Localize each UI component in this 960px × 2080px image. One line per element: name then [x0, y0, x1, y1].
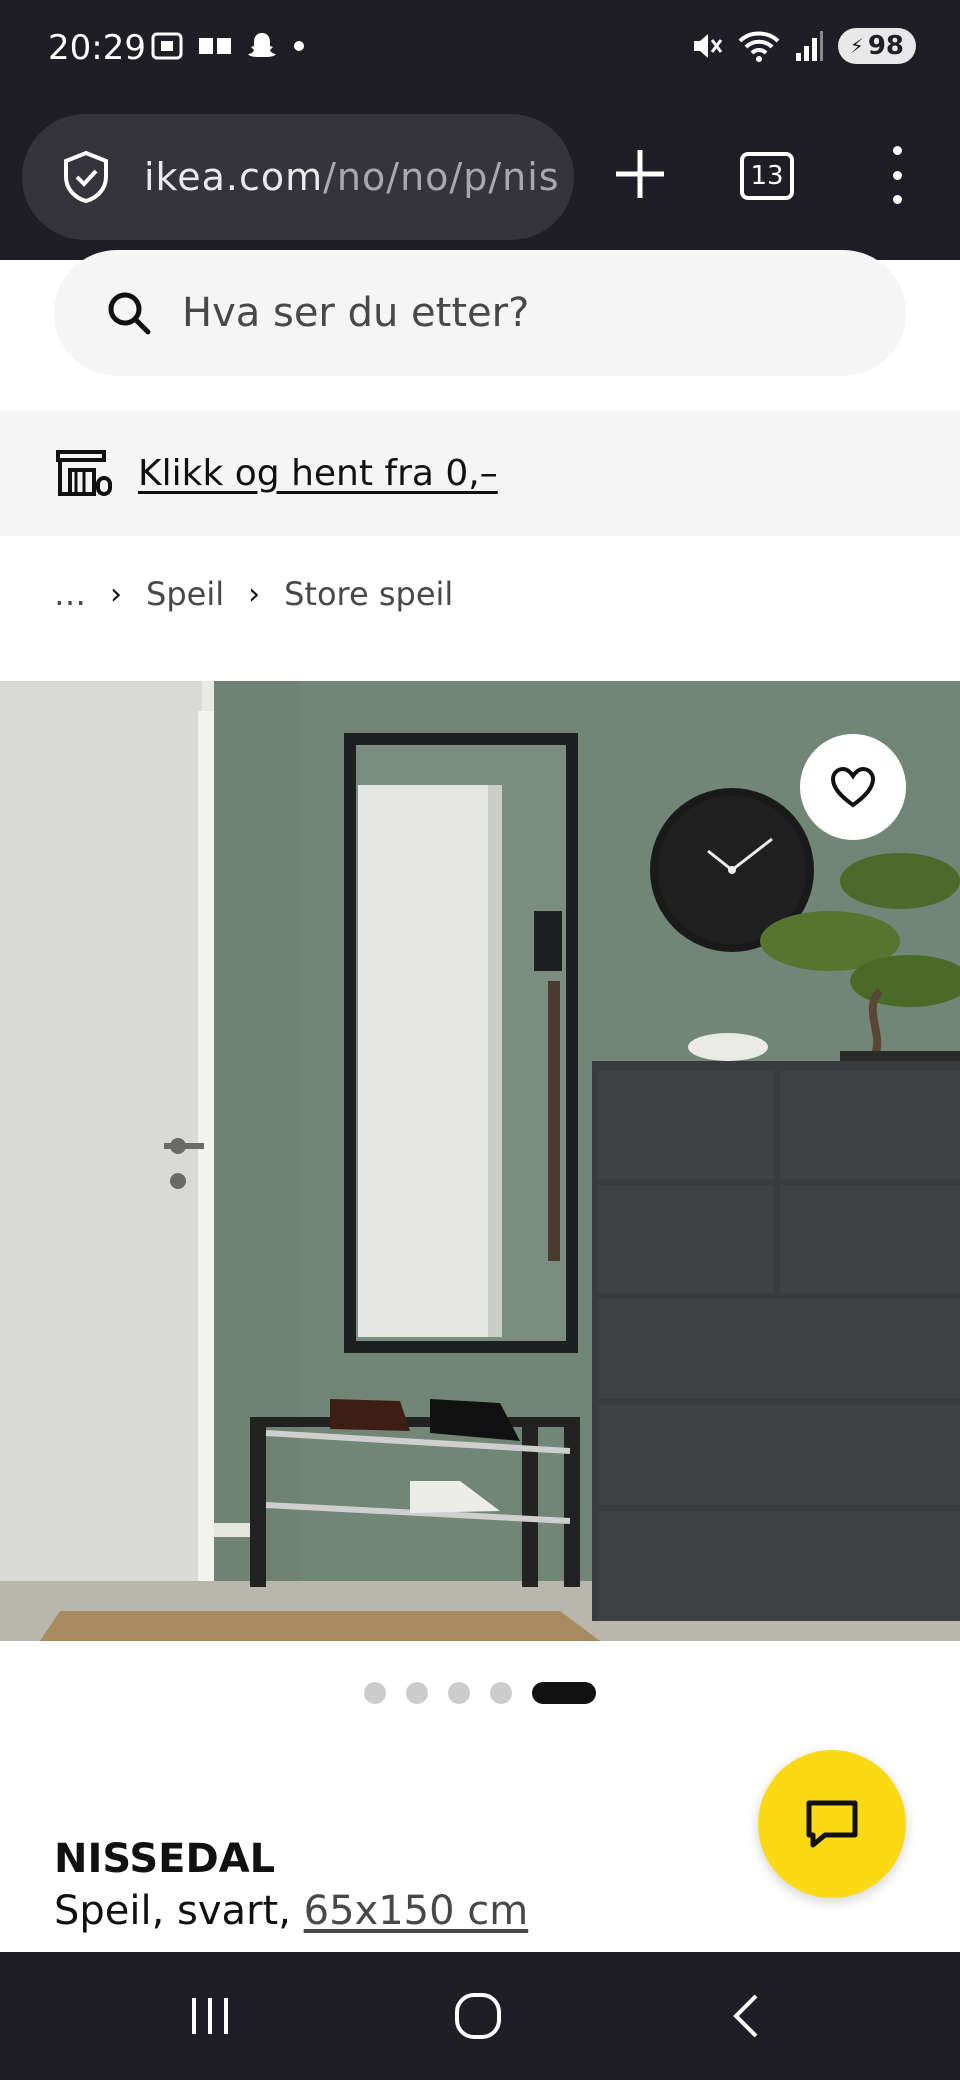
battery-saver-icon: ⚡	[849, 34, 864, 58]
heart-icon	[830, 766, 876, 808]
breadcrumb-store-speil[interactable]: Store speil	[284, 575, 453, 613]
plus-icon[interactable]	[610, 144, 670, 204]
snapchat-icon	[248, 33, 276, 57]
url-path: /no/no/p/nis	[323, 155, 560, 199]
battery-indicator: ⚡ 98	[837, 28, 916, 64]
product-size-link[interactable]: 65x150 cm	[304, 1888, 529, 1934]
home-button[interactable]	[438, 1986, 518, 2046]
url-text[interactable]: ikea.com/no/no/p/nis	[144, 155, 560, 199]
carousel-dot[interactable]	[490, 1682, 512, 1704]
shield-check-icon[interactable]	[58, 149, 114, 205]
recent-apps-icon	[192, 1998, 228, 2034]
tab-count: 13	[750, 161, 784, 191]
browser-toolbar: ikea.com/no/no/p/nis 13	[0, 100, 960, 260]
search-bar[interactable]	[54, 250, 906, 376]
promo-banner[interactable]: Klikk og hent fra 0,–	[0, 410, 960, 536]
tab-switcher-button[interactable]: 13	[740, 152, 794, 200]
store-pickup-icon	[56, 450, 112, 496]
breadcrumb: … › Speil › Store speil	[54, 570, 453, 618]
more-vert-icon[interactable]	[880, 140, 914, 210]
status-bar: 20:29 ⚡ 98	[0, 0, 960, 100]
product-name: NISSEDAL	[54, 1836, 276, 1882]
wifi-icon	[738, 31, 780, 62]
chat-button[interactable]	[758, 1750, 906, 1898]
status-time: 20:29	[48, 28, 146, 68]
notification-dot	[294, 41, 304, 51]
search-input[interactable]	[182, 290, 822, 336]
status-icons-left	[150, 30, 306, 62]
status-icons-right: ⚡ 98	[690, 28, 916, 64]
breadcrumb-speil[interactable]: Speil	[146, 575, 224, 613]
carousel-dot[interactable]	[448, 1682, 470, 1704]
recent-apps-button[interactable]	[170, 1986, 250, 2046]
signal-icon	[795, 31, 823, 61]
system-nav-bar	[0, 1952, 960, 2080]
product-description-prefix: Speil, svart,	[54, 1888, 304, 1934]
mute-icon	[693, 34, 722, 58]
promo-link[interactable]: Klikk og hent fra 0,–	[138, 453, 498, 494]
chat-icon	[806, 1800, 858, 1848]
back-button[interactable]	[706, 1986, 786, 2046]
screenshot-icon	[151, 32, 183, 60]
carousel-dot[interactable]	[364, 1682, 386, 1704]
url-host: ikea.com	[144, 155, 324, 199]
chevron-right-icon: ›	[248, 576, 261, 612]
carousel-dot[interactable]	[406, 1682, 428, 1704]
battery-level: 98	[867, 31, 904, 61]
search-icon[interactable]	[106, 290, 152, 336]
reader-icon	[199, 38, 231, 54]
product-description: Speil, svart, 65x150 cm	[54, 1888, 528, 1934]
home-icon	[455, 1993, 501, 2039]
favorite-button[interactable]	[800, 734, 906, 840]
breadcrumb-more[interactable]: …	[54, 575, 86, 613]
carousel-indicator	[0, 1682, 960, 1704]
back-icon	[733, 1994, 758, 2038]
carousel-dot-active[interactable]	[532, 1682, 596, 1704]
chevron-right-icon: ›	[110, 576, 122, 612]
address-bar[interactable]: ikea.com/no/no/p/nis	[22, 114, 574, 240]
